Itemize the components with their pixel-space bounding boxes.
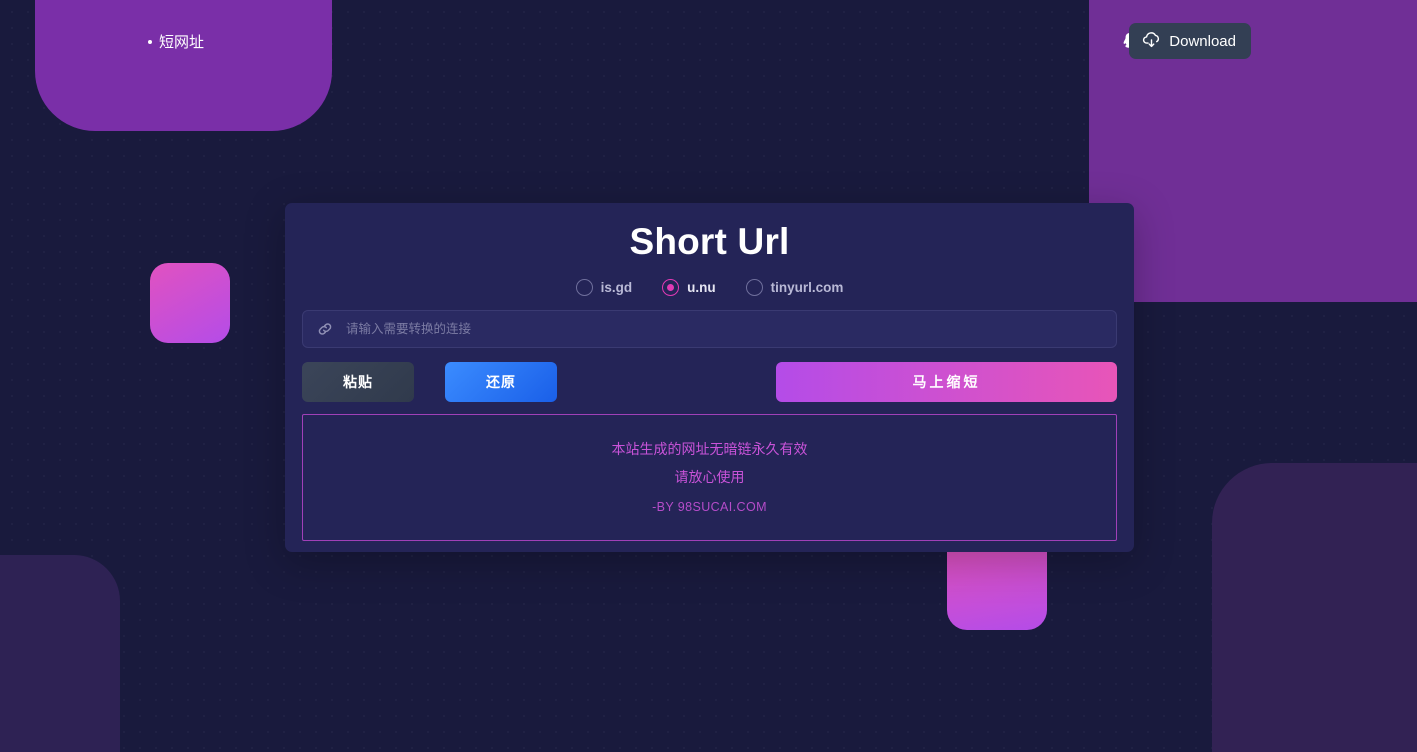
action-button-row: 粘贴 还原 马上缩短 [302,362,1117,402]
radio-label: tinyurl.com [770,280,844,295]
download-button[interactable]: Download [1129,23,1251,59]
cloud-download-icon [1142,31,1161,51]
radio-label: u.nu [687,280,716,295]
brand-label-text: 短网址 [159,34,205,51]
radio-circle-icon [662,279,680,296]
link-icon [317,321,333,337]
shorten-button[interactable]: 马上缩短 [776,362,1117,402]
radio-label: is.gd [600,280,633,295]
radio-tinyurl-com[interactable]: tinyurl.com [745,279,844,296]
notice-line-1: 本站生成的网址无暗链永久有效 [611,440,808,457]
paste-button[interactable]: 粘贴 [302,362,414,402]
decorative-shape-bottom-left [0,555,120,752]
notice-line-2: 请放心使用 [674,468,745,485]
decorative-shape-bottom-right [1212,463,1417,752]
url-input[interactable] [346,322,1102,336]
radio-u-nu[interactable]: u.nu [662,279,716,296]
download-button-label: Download [1169,32,1236,50]
decorative-shape-pink-tab [947,548,1047,630]
notice-box: 本站生成的网址无暗链永久有效 请放心使用 -BY 98SUCAI.COM [302,414,1117,541]
radio-circle-icon [745,279,763,296]
provider-radio-group: is.gd u.nu tinyurl.com [302,279,1117,296]
notice-credit: -BY 98SUCAI.COM [652,499,767,514]
radio-circle-icon [575,279,593,296]
url-input-container[interactable] [302,310,1117,348]
page-title: Short Url [629,221,790,262]
bullet-icon [148,39,152,44]
short-url-card: Short Url is.gd u.nu tinyurl.com 粘贴 还原 马… [285,203,1134,552]
radio-is-gd[interactable]: is.gd [575,279,633,296]
decorative-shape-pink-square [150,263,230,343]
page-header: Download [0,0,1417,82]
restore-button[interactable]: 还原 [445,362,557,402]
brand-label: 短网址 [148,31,204,52]
